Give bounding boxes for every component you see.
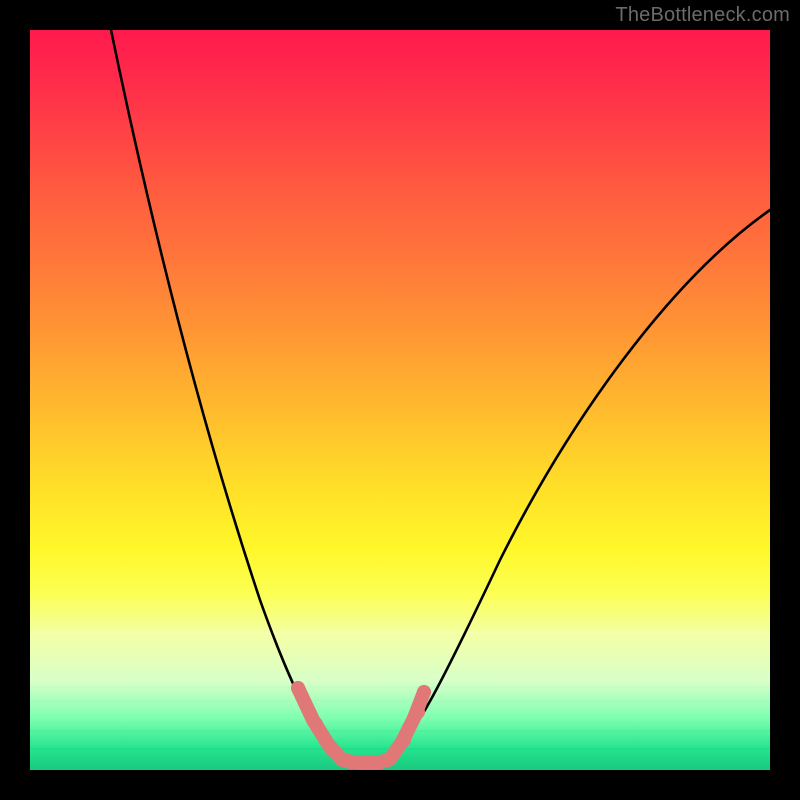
band <box>30 672 770 674</box>
optimal-range-dots <box>291 681 431 770</box>
band <box>30 658 770 660</box>
chart-frame: TheBottleneck.com <box>0 0 800 800</box>
curve-path-right <box>385 210 770 762</box>
band <box>30 700 770 702</box>
band <box>30 686 770 688</box>
plot-area <box>30 30 770 770</box>
watermark-text: TheBottleneck.com <box>615 4 790 27</box>
band <box>30 748 770 750</box>
curve-path-left <box>111 30 345 762</box>
band <box>30 730 770 732</box>
band <box>30 644 770 646</box>
band <box>30 632 770 634</box>
